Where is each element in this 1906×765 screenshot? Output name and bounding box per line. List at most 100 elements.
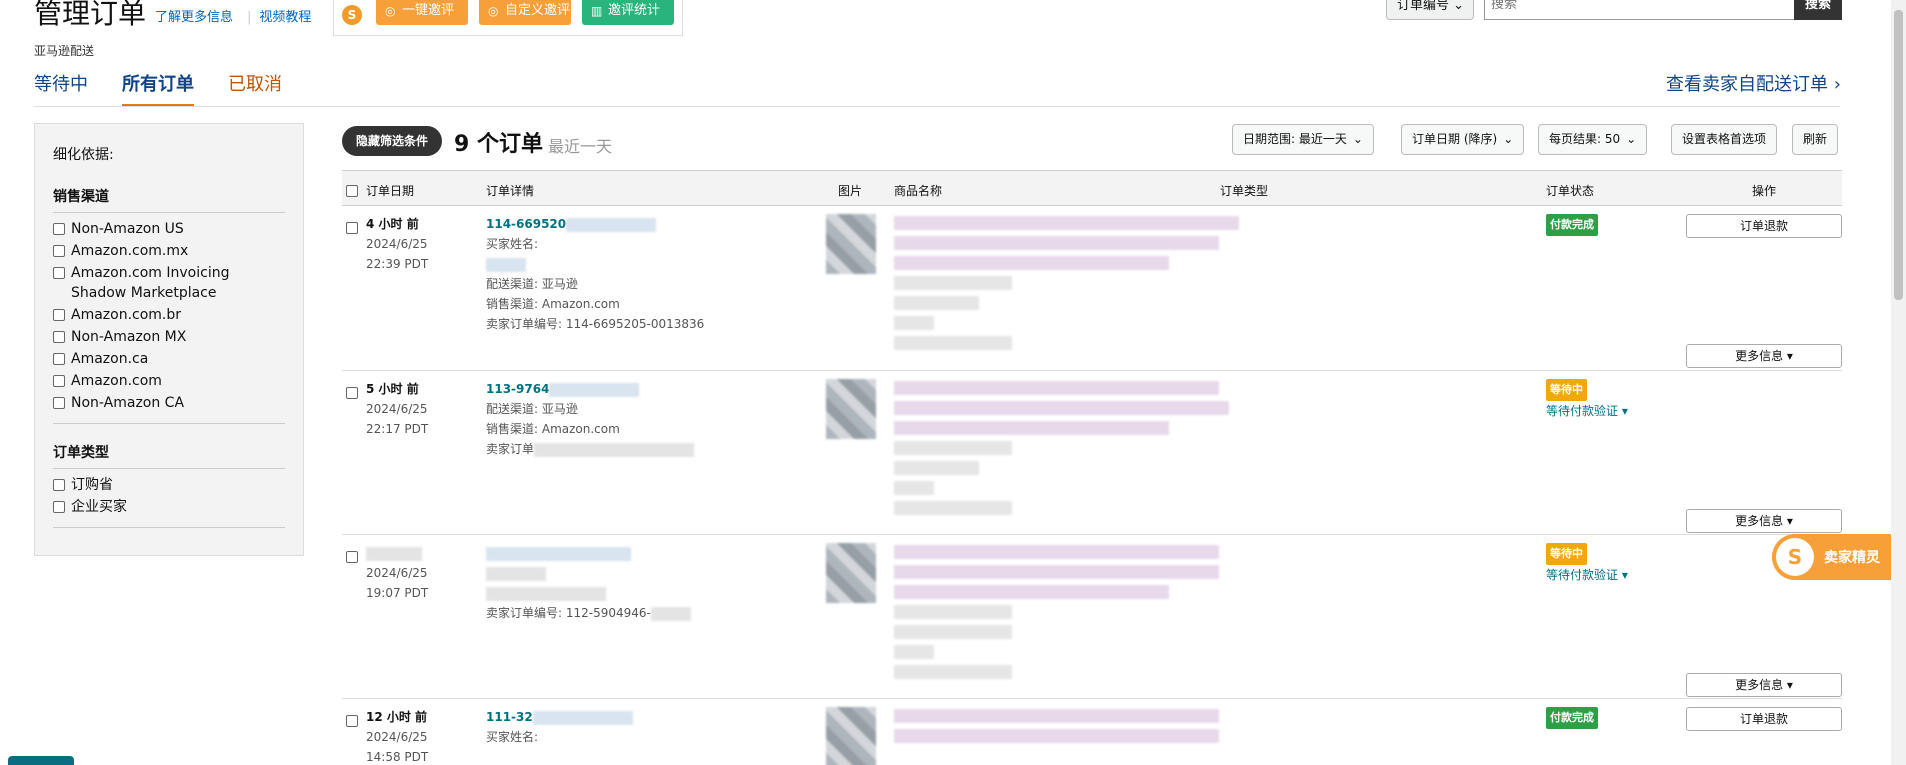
channel-label: Amazon.com.br [71,307,182,323]
table-preferences-button[interactable]: 设置表格首选项 [1671,124,1778,155]
sort-select[interactable]: 订单日期 (降序) ⌄ [1401,124,1525,155]
product-image[interactable] [826,379,876,439]
hide-filters-button[interactable]: 隐藏筛选条件 [342,126,442,156]
seller-fulfilled-link[interactable]: 查看卖家自配送订单 › [1666,70,1841,96]
product-name-cell [894,545,1264,685]
checkbox[interactable] [53,267,65,279]
table-row: 5 小时 前 2024/6/25 22:17 PDT 113-9764 配送渠道… [342,371,1842,535]
checkbox[interactable] [53,479,65,491]
select-all-checkbox[interactable] [346,185,358,197]
date-range-select[interactable]: 日期范围: 最近一天 ⌄ [1232,124,1374,155]
checkbox[interactable] [53,223,65,235]
refund-button[interactable]: 订单退款 [1686,214,1842,238]
invite-stats-button[interactable]: ▥ 邀评统计 [582,0,674,25]
channel-filter[interactable]: Non-Amazon US [53,219,285,239]
section-divider [53,527,285,528]
refund-button[interactable]: 订单退款 [1686,707,1842,731]
checkbox[interactable] [53,331,65,343]
product-name-cell [894,216,1264,356]
plugin-logo-icon: S [342,5,362,25]
checkbox[interactable] [53,245,65,257]
search-field-select[interactable]: 订单编号 ⌄ [1386,0,1474,20]
custom-invite-icon: ◎ [488,4,499,18]
channel-filter[interactable]: Amazon.com.mx [53,241,285,261]
redacted-text [894,401,1229,415]
per-page-select[interactable]: 每页结果: 50 ⌄ [1538,124,1648,155]
more-info-button[interactable]: 更多信息 ▾ [1686,673,1842,697]
col-order-date[interactable]: 订单日期 [366,182,414,199]
plugin-toolbar: S ◎ 一键邀评 ◎ 自定义邀评 ▥ 邀评统计 [333,0,683,36]
order-id-link[interactable]: 114-669520 [486,217,566,231]
product-name-cell [894,709,1264,749]
scrollbar[interactable] [1891,0,1906,765]
video-tutorial-link[interactable]: 视频教程 [259,10,311,25]
checkbox[interactable] [53,309,65,321]
payment-verification-link[interactable]: 等待付款验证 ▾ [1546,401,1628,421]
payment-verification-link[interactable]: 等待付款验证 ▾ [1546,565,1628,585]
order-type-filter[interactable]: 企业买家 [53,497,285,517]
fulfillment-channel: 配送渠道: 亚马逊 [486,277,578,291]
product-image[interactable] [826,707,876,765]
one-click-invite-label: 一键邀评 [402,3,455,18]
tab-cancelled[interactable]: 已取消 [228,70,282,107]
channel-filter[interactable]: Amazon.ca [53,349,285,369]
channel-filter[interactable]: Non-Amazon CA [53,393,285,413]
search-field-value: 订单编号 [1397,0,1450,13]
chevron-down-icon: ⌄ [1453,0,1465,13]
redacted-text [650,606,691,621]
order-date: 2024/6/25 [366,237,428,251]
redacted-text [566,217,657,232]
redacted-text [894,336,1012,350]
row-checkbox[interactable] [346,715,358,727]
order-details-cell: 114-669520 买家姓名: 配送渠道: 亚马逊 销售渠道: Amazon.… [486,214,704,334]
chevron-down-icon: ⌄ [1626,132,1637,146]
checkbox[interactable] [53,375,65,387]
more-info-button[interactable]: 更多信息 ▾ [1686,509,1842,533]
one-click-invite-button[interactable]: ◎ 一键邀评 [376,0,468,25]
redacted-text [894,729,1219,743]
channel-filter[interactable]: Amazon.com Invoicing Shadow Marketplace [53,263,285,303]
search-button[interactable]: 搜索 [1794,0,1842,20]
learn-more-link[interactable]: 了解更多信息 [155,10,233,25]
order-date: 2024/6/25 [366,402,428,416]
row-checkbox[interactable] [346,551,358,563]
order-id-link[interactable]: 113-9764 [486,382,549,396]
order-count: 9 个订单 [454,132,543,157]
channel-filter[interactable]: Non-Amazon MX [53,327,285,347]
filter-heading: 细化依据: [53,147,114,163]
order-id-link[interactable]: 111-32 [486,710,533,724]
row-checkbox[interactable] [346,387,358,399]
more-info-button[interactable]: 更多信息 ▾ [1686,344,1842,368]
checkbox[interactable] [53,397,65,409]
order-type-filter[interactable]: 订购省 [53,475,285,495]
product-image[interactable] [826,214,876,274]
redacted-text [894,421,1169,435]
order-age: 5 小时 前 [366,382,419,396]
product-image[interactable] [826,543,876,603]
seller-sprite-badge[interactable]: S 卖家精灵 [1772,534,1906,580]
refresh-button[interactable]: 刷新 [1792,124,1839,155]
redacted-text [894,236,1219,250]
date-range-label: 日期范围: 最近一天 [1243,132,1347,146]
row-checkbox[interactable] [346,222,358,234]
redacted-text [894,216,1239,230]
custom-invite-button[interactable]: ◎ 自定义邀评 [479,0,571,25]
redacted-text [549,382,640,397]
checkbox[interactable] [53,501,65,513]
tab-all-orders[interactable]: 所有订单 [122,70,194,107]
col-image: 图片 [838,184,863,198]
channel-label: Amazon.ca [71,351,149,367]
channel-filter[interactable]: Amazon.com [53,371,285,391]
tab-divider [34,106,1840,107]
redacted-text [894,665,1012,679]
invite-icon: ◎ [385,4,396,18]
channel-filter[interactable]: Amazon.com.br [53,305,285,325]
tab-pending[interactable]: 等待中 [34,70,88,107]
bottom-tab-edge[interactable] [8,756,74,765]
redacted-text [894,461,979,475]
scrollbar-thumb[interactable] [1894,10,1903,300]
orders-table-header: 订单日期 订单详情 图片 商品名称 订单类型 订单状态 操作 [342,170,1842,206]
checkbox[interactable] [53,353,65,365]
redacted-text [894,545,1219,559]
search-input[interactable] [1484,0,1794,20]
